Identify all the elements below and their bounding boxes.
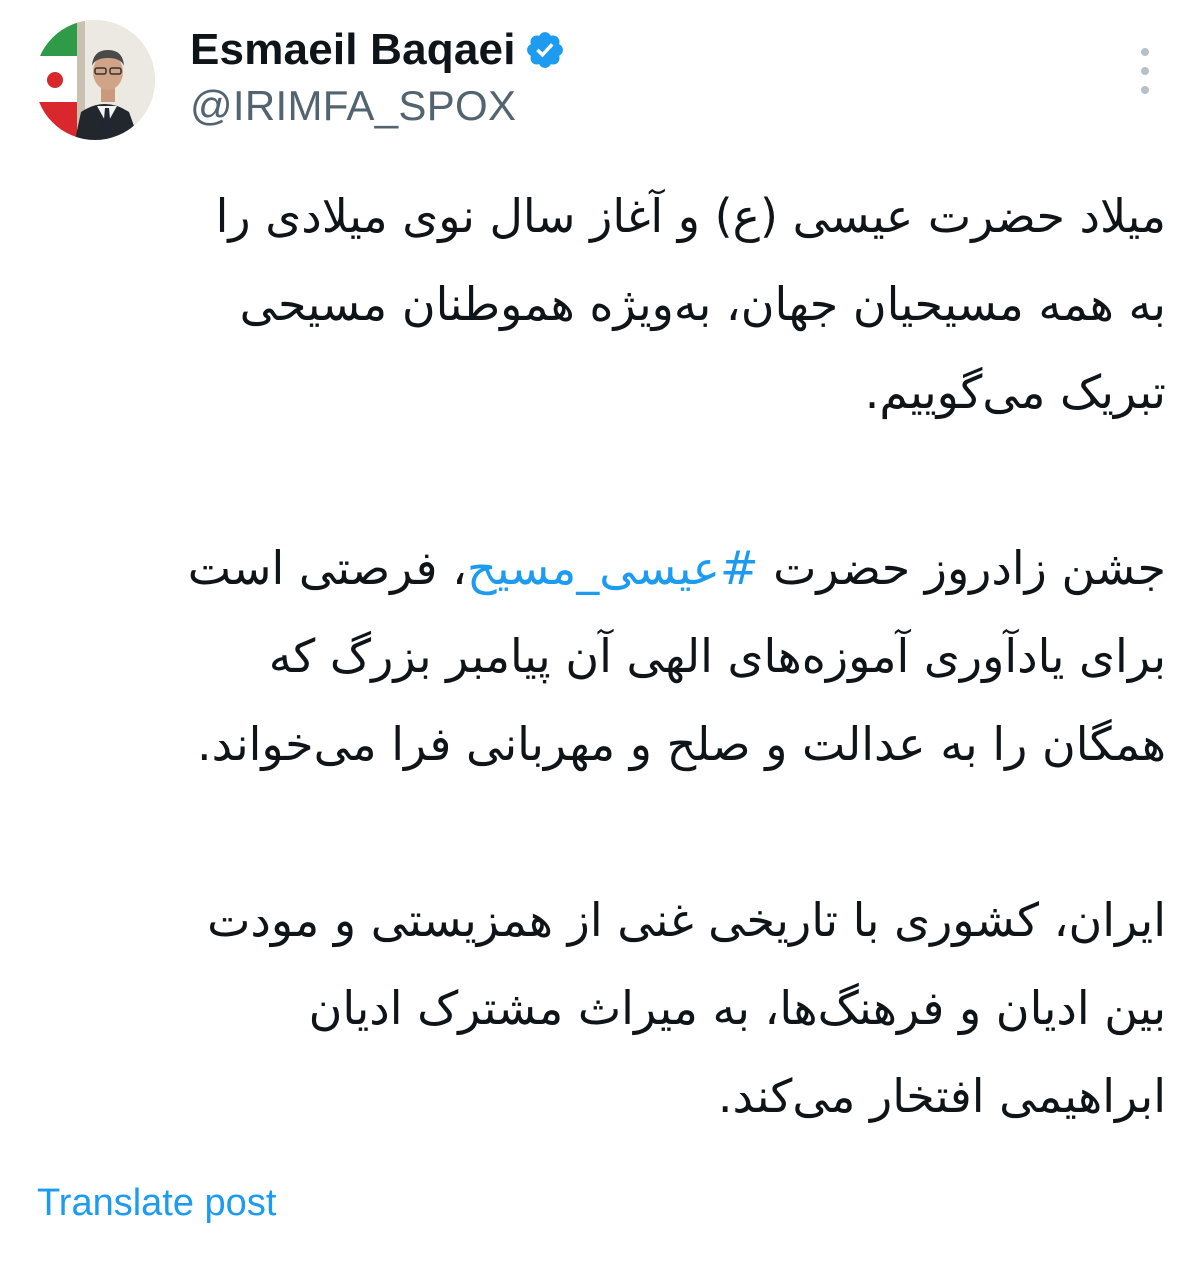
- tweet-card: Esmaeil Baqaei @IRIMFA_SPOX میلاد حضرت ع…: [0, 0, 1204, 1280]
- tweet-text-segment: ، فرصتی است: [187, 541, 467, 595]
- tweet-line: برای یادآوری آموزه‌های الهی آن پیامبر بز…: [268, 629, 1166, 683]
- avatar-image: [35, 20, 155, 140]
- more-options-icon[interactable]: [1128, 48, 1162, 94]
- tweet-line: بین ادیان و فرهنگ‌ها، به میراث مشترک ادی…: [308, 981, 1166, 1035]
- tweet-line: ایران، کشوری با تاریخی غنی از همزیستی و …: [207, 893, 1166, 947]
- verified-badge-icon[interactable]: [524, 29, 566, 71]
- tweet-line: تبریک می‌گوییم.: [864, 365, 1166, 419]
- tweet-paragraph-2: جشن زادروز حضرت #عیسی_مسیح، فرصتی است بر…: [60, 524, 1166, 788]
- more-dot-icon: [1141, 67, 1149, 75]
- tweet-line: میلاد حضرت عیسی (ع) و آغاز سال نوی میلاد…: [215, 189, 1166, 243]
- tweet-paragraph-3: ایران، کشوری با تاریخی غنی از همزیستی و …: [60, 876, 1166, 1140]
- tweet-line: جشن زادروز حضرت #عیسی_مسیح، فرصتی است: [60, 524, 1166, 612]
- tweet-line: به همه مسیحیان جهان، به‌ویژه هموطنان مسی…: [239, 277, 1166, 331]
- translate-post-link[interactable]: Translate post: [37, 1182, 276, 1225]
- tweet-text: میلاد حضرت عیسی (ع) و آغاز سال نوی میلاد…: [60, 172, 1166, 1140]
- more-dot-icon: [1141, 86, 1149, 94]
- tweet-text-segment: جشن زادروز حضرت: [758, 541, 1166, 595]
- more-dot-icon: [1141, 48, 1149, 56]
- tweet-line: همگان را به عدالت و صلح و مهربانی فرا می…: [197, 717, 1166, 771]
- tweet-line: ابراهیمی افتخار می‌کند.: [717, 1069, 1166, 1123]
- display-name-row: Esmaeil Baqaei: [190, 24, 566, 76]
- avatar[interactable]: [35, 20, 155, 140]
- tweet-paragraph-1: میلاد حضرت عیسی (ع) و آغاز سال نوی میلاد…: [60, 172, 1166, 436]
- hashtag-link[interactable]: #عیسی_مسیح: [467, 541, 759, 595]
- author-block: Esmaeil Baqaei @IRIMFA_SPOX: [190, 24, 566, 130]
- user-handle[interactable]: @IRIMFA_SPOX: [190, 82, 566, 130]
- display-name[interactable]: Esmaeil Baqaei: [190, 25, 516, 75]
